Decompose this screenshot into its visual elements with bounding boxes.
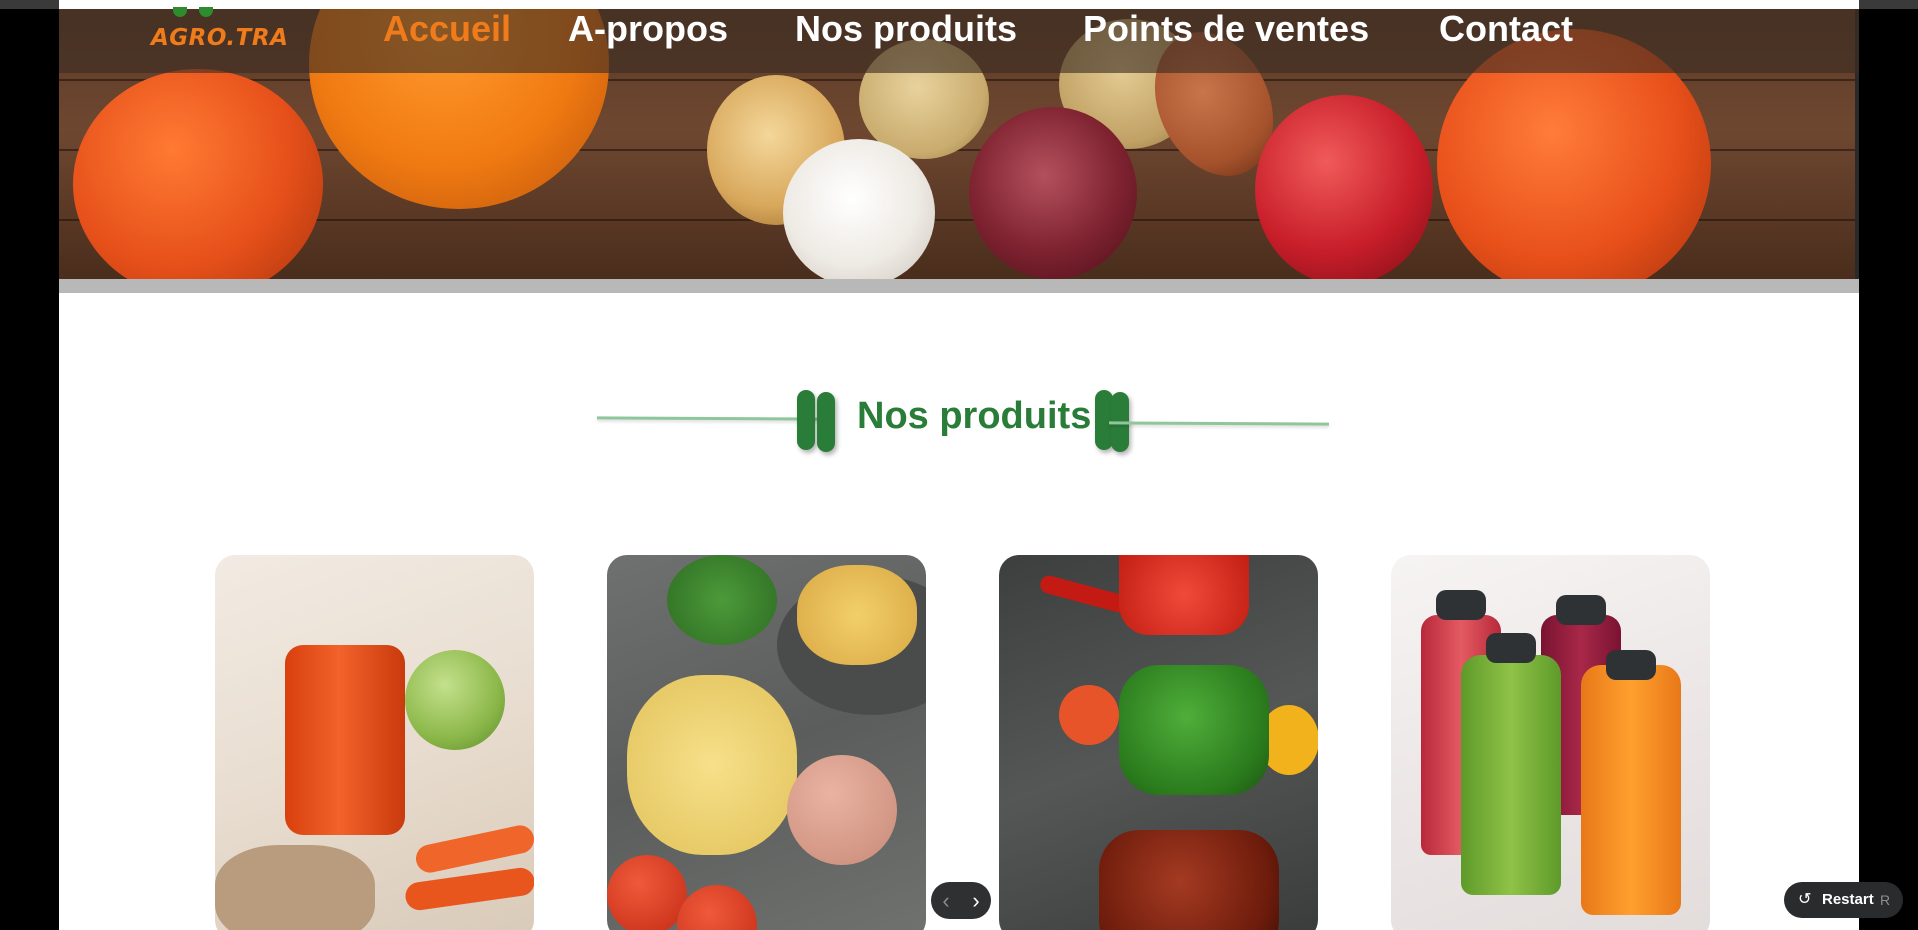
apple-image [405, 650, 505, 750]
page: AGRO.TRA Accueil A-propos Nos produits P… [59, 0, 1859, 930]
restart-icon: ↺ [1798, 891, 1812, 908]
logo[interactable]: AGRO.TRA [151, 25, 288, 51]
nav-item-a-propos[interactable]: A-propos [568, 9, 728, 49]
orange-juice-bottle-image [1581, 665, 1681, 915]
carrot-image [403, 866, 534, 912]
tomato-image [607, 855, 687, 930]
nav-item-contact[interactable]: Contact [1439, 9, 1573, 49]
top-navbar: AGRO.TRA Accueil A-propos Nos produits P… [59, 7, 1859, 73]
chili-image [1038, 573, 1130, 615]
pomegranate-image [1255, 95, 1433, 279]
chips-image [627, 675, 797, 855]
tomato-image [677, 885, 757, 930]
pumpkin-image [73, 69, 323, 279]
red-onion-image [969, 107, 1137, 279]
carrot-juice-jar-image [285, 645, 405, 835]
chevron-left-icon[interactable]: ‹ [931, 882, 961, 919]
restart-label: Restart [1822, 891, 1874, 908]
hero-bottom-bar [59, 279, 1859, 293]
product-card-chips[interactable] [607, 555, 926, 930]
bottle-cap [1436, 590, 1486, 620]
bottle-cap [1486, 633, 1536, 663]
ginger-image [215, 845, 375, 930]
potato-image [787, 755, 897, 865]
carousel-nav: ‹ › [931, 882, 991, 919]
nav-item-points-de-ventes[interactable]: Points de ventes [1083, 9, 1369, 49]
parsley-image [667, 555, 777, 645]
chips-image [797, 565, 917, 665]
product-card-bottles[interactable] [1391, 555, 1710, 930]
product-card-juice[interactable] [215, 555, 534, 930]
logo-leaf-icon [163, 7, 223, 17]
nav-item-accueil[interactable]: Accueil [383, 9, 511, 49]
section-title: Nos produits [857, 395, 1092, 437]
nav-item-nos-produits[interactable]: Nos produits [795, 9, 1017, 49]
title-divider-right [1108, 421, 1330, 426]
chevron-right-icon[interactable]: › [961, 882, 991, 919]
restart-button[interactable]: ↺ Restart R [1784, 882, 1903, 918]
green-sauce-jar-image [1119, 665, 1269, 795]
bottle-cap [1556, 595, 1606, 625]
bottle-cap [1606, 650, 1656, 680]
section-title-block: Nos produits [59, 380, 1859, 460]
title-pill-left [797, 390, 815, 450]
product-card-sauces[interactable] [999, 555, 1318, 930]
green-juice-bottle-image [1461, 655, 1561, 895]
garlic-image [783, 139, 935, 279]
title-pill-left [817, 392, 835, 452]
title-divider-left [596, 416, 828, 421]
restart-shortcut: R [1880, 892, 1891, 908]
tomato-sauce-jar-image [1119, 555, 1249, 635]
tomato-image [1059, 685, 1119, 745]
red-sauce-jar-image [1099, 830, 1279, 930]
